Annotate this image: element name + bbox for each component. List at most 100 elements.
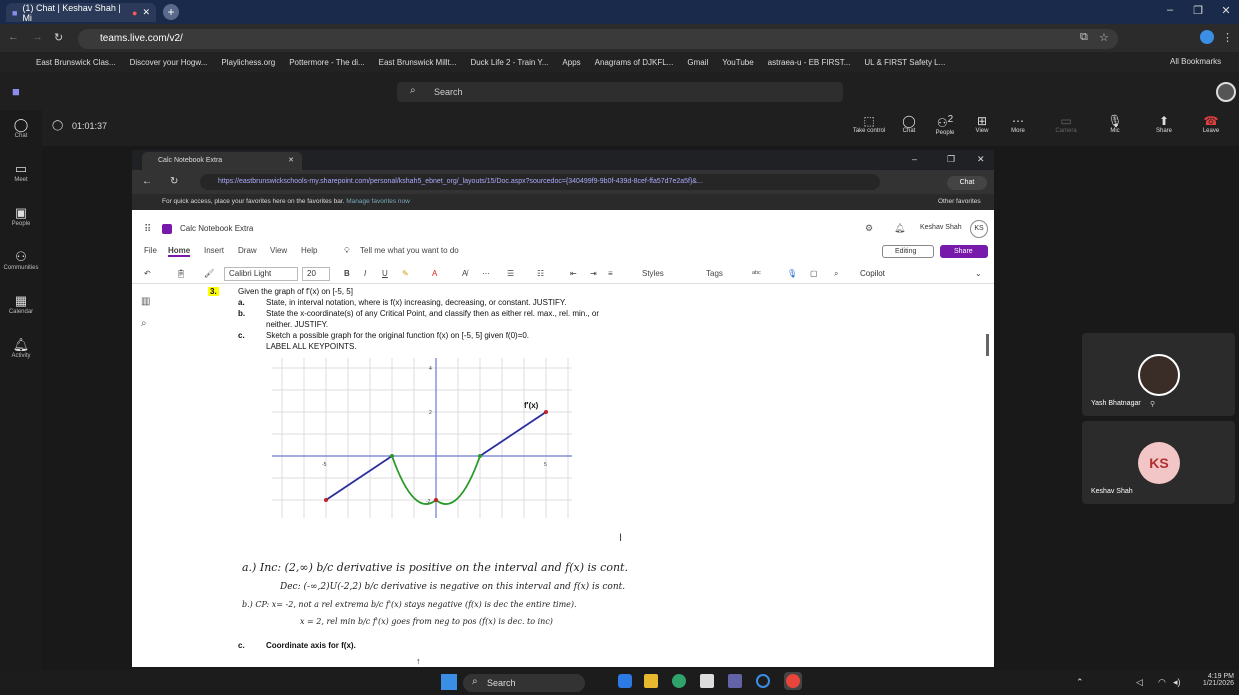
tab-file[interactable]: File (144, 246, 157, 255)
bookmark-item[interactable]: East Brunswick Millt... (379, 58, 457, 67)
volume-icon[interactable]: ◂) (1173, 677, 1181, 688)
close-window-button[interactable]: ✕ (1216, 4, 1236, 17)
tab-home[interactable]: Home (168, 246, 191, 257)
chrome-taskbar-button[interactable] (784, 672, 802, 690)
cortana-icon[interactable] (756, 674, 770, 688)
clock[interactable]: 4:19 PM 1/21/2026 (1198, 673, 1234, 687)
settings-icon[interactable]: ⚙ (865, 223, 873, 234)
close-tab-icon[interactable]: ✕ (288, 152, 294, 170)
bell-icon[interactable]: 🔔︎ (894, 223, 905, 234)
rail-item-calendar[interactable]: ▦ Calendar (0, 293, 42, 315)
start-icon[interactable] (441, 674, 457, 690)
close-tab-icon[interactable]: ✕ (142, 7, 150, 18)
menu-icon[interactable]: ⋮ (1222, 31, 1233, 44)
underline-button[interactable]: U (382, 269, 388, 278)
font-size-select[interactable]: 20 (302, 267, 330, 281)
take-control-button[interactable]: ⬚ Take control (850, 114, 888, 134)
expand-ribbon-icon[interactable]: ⌄ (975, 269, 982, 278)
minimize-button[interactable]: – (1160, 4, 1180, 16)
mic-button[interactable]: 🎙︎ Mic (1096, 114, 1134, 134)
edge-close[interactable]: ✕ (977, 154, 985, 165)
camera-button[interactable]: ▭ Camera (1047, 114, 1085, 134)
tab-view[interactable]: View (270, 246, 287, 255)
edge-url-input[interactable]: https://eastbrunswickschools-my.sharepoi… (200, 174, 880, 190)
reload-icon[interactable]: ↻ (170, 176, 178, 187)
tell-me-input[interactable]: Tell me what you want to do (360, 246, 459, 255)
more-icon[interactable]: ⋯ (482, 269, 490, 278)
back-icon[interactable]: ← (142, 176, 152, 187)
dictate-icon[interactable]: 🎙︎ (787, 269, 797, 278)
search-icon[interactable]: ⌕ (141, 318, 147, 329)
styles-button[interactable]: Styles (642, 269, 664, 278)
address-input[interactable]: teams.live.com/v2/ (78, 29, 1118, 49)
forward-icon[interactable]: → (32, 31, 43, 43)
bookmark-item[interactable]: Apps (562, 58, 580, 67)
clear-format-icon[interactable]: A̸ (462, 269, 467, 278)
leave-button[interactable]: ☎ Leave (1192, 114, 1230, 134)
outdent-icon[interactable]: ⇤ (570, 269, 577, 278)
share-button[interactable]: ⬆ Share (1145, 114, 1183, 134)
rail-item-chat[interactable]: ◯ Chat (0, 117, 42, 139)
bookmark-item[interactable]: YouTube (722, 58, 753, 67)
align-icon[interactable]: ≡ (608, 269, 613, 278)
bookmark-star-icon[interactable]: ☆ (1099, 31, 1109, 44)
bookmark-item[interactable]: Playlichess.org (221, 58, 275, 67)
indent-icon[interactable]: ⇥ (590, 269, 597, 278)
bookmark-item[interactable]: Gmail (687, 58, 708, 67)
tags-button[interactable]: Tags (706, 269, 723, 278)
find-icon[interactable]: ⌕ (834, 269, 838, 279)
profile-avatar[interactable] (1200, 30, 1214, 44)
store-icon[interactable] (700, 674, 714, 688)
notebook-title[interactable]: Calc Notebook Extra (180, 224, 253, 233)
send-icon[interactable]: ◁ (1136, 677, 1143, 688)
italic-button[interactable]: I (364, 269, 366, 278)
reload-icon[interactable]: ↻ (54, 31, 63, 44)
user-avatar[interactable] (1216, 82, 1236, 102)
clipboard-icon[interactable]: 📋︎ (176, 269, 186, 278)
notebook-page[interactable]: ▥ ⌕ 3. Given the graph of f'(x) on [-5, … (132, 284, 994, 667)
restore-button[interactable]: ❐ (1188, 4, 1208, 17)
edge-icon[interactable] (672, 674, 686, 688)
edge-tab[interactable]: Calc Notebook Extra ✕ (142, 152, 302, 170)
file-explorer-icon[interactable] (644, 674, 658, 688)
view-button[interactable]: ⊞ View (963, 114, 1001, 134)
people-button[interactable]: ⚇2 People (926, 114, 964, 136)
new-tab-button[interactable]: + (163, 4, 179, 20)
participant-tile[interactable]: Yash Bhatnagar ⚲ (1082, 333, 1235, 416)
participant-tile[interactable]: KS Keshav Shah (1082, 421, 1235, 504)
undo-icon[interactable]: ↶ (144, 269, 151, 278)
copilot-app-icon[interactable] (618, 674, 632, 688)
bookmark-item[interactable]: Duck Life 2 - Train Y... (470, 58, 548, 67)
format-painter-icon[interactable]: 🖌︎ (204, 269, 214, 278)
tab-draw[interactable]: Draw (238, 246, 257, 255)
tray-chevron-icon[interactable]: ⌃ (1076, 677, 1084, 688)
taskbar-search[interactable]: Search (463, 674, 585, 692)
other-favorites[interactable]: Other favorites (938, 198, 981, 205)
pages-icon[interactable]: ▥ (141, 296, 150, 307)
teams-search-input[interactable]: Search (397, 82, 843, 102)
bookmark-item[interactable]: Pottermore - The di... (289, 58, 364, 67)
bookmark-item[interactable]: Anagrams of DJKFL... (595, 58, 674, 67)
numbering-icon[interactable]: ☷ (537, 269, 544, 278)
cast-icon[interactable]: ⧉ (1080, 31, 1088, 44)
back-icon[interactable]: ← (8, 31, 19, 43)
copilot-button[interactable]: Copilot (860, 269, 885, 278)
user-initials-avatar[interactable]: KS (970, 220, 988, 238)
font-color-icon[interactable]: A (432, 269, 437, 278)
bullets-icon[interactable]: ☰ (507, 269, 514, 278)
bookmark-item[interactable]: astraea-u - EB FIRST... (768, 58, 851, 67)
editing-dropdown[interactable]: Editing (882, 245, 934, 258)
app-launcher-icon[interactable]: ⠿ (144, 224, 151, 235)
edge-minimize[interactable]: – (912, 154, 917, 164)
edge-copilot-chat[interactable]: Chat (947, 176, 987, 190)
wifi-icon[interactable]: ◠ (1158, 677, 1166, 688)
font-family-select[interactable]: Calibri Light (224, 267, 298, 281)
scrollbar-thumb[interactable] (986, 334, 989, 356)
pin-icon[interactable]: ⚲ (1150, 400, 1155, 408)
highlight-icon[interactable]: ✎ (402, 269, 409, 278)
bookmark-item[interactable]: UL & FIRST Safety L... (864, 58, 945, 67)
browser-tab-teams[interactable]: ■ (1) Chat | Keshav Shah | Mi ● ✕ (6, 3, 156, 23)
tab-help[interactable]: Help (301, 246, 317, 255)
rail-item-communities[interactable]: ⚇ Communities (0, 249, 42, 271)
bookmark-item[interactable]: Discover your Hogw... (130, 58, 208, 67)
